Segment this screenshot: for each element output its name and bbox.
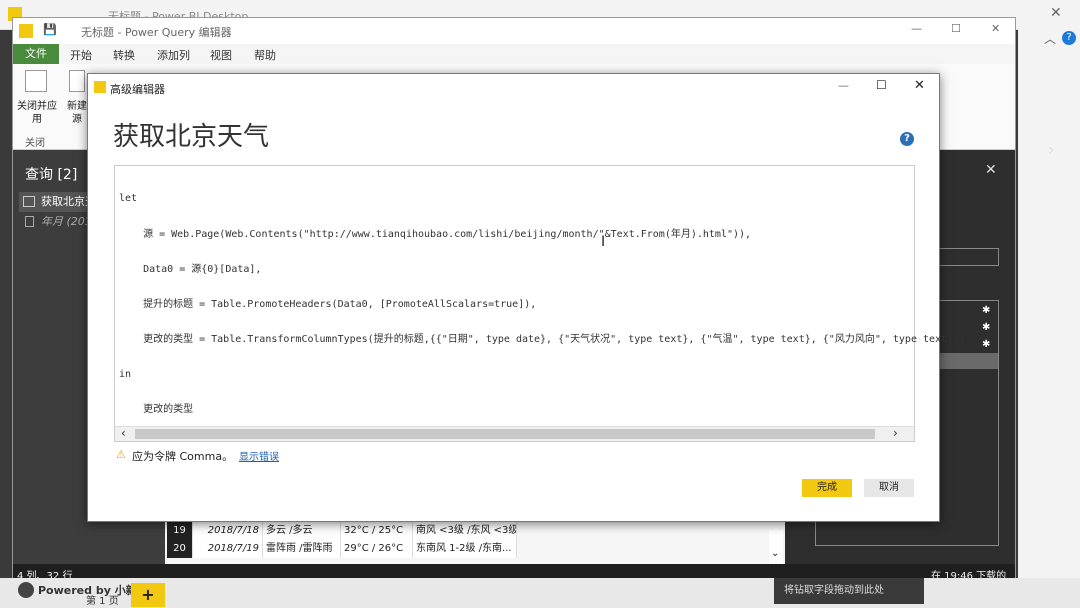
chevron-right-icon[interactable]: › (1048, 140, 1054, 159)
cell-temp: 32°C / 25°C (341, 522, 413, 540)
menu-transform[interactable]: 转换 (113, 47, 135, 63)
close-apply-icon (25, 70, 47, 92)
chevron-right-icon[interactable]: › (893, 426, 898, 440)
close-icon[interactable]: ✕ (991, 22, 1000, 35)
add-page-button[interactable]: + (131, 583, 165, 607)
done-button[interactable]: 完成 (802, 479, 852, 497)
row-number: 20 (167, 540, 193, 558)
new-source-button[interactable]: 新建源 (65, 100, 89, 126)
close-icon[interactable]: ✕ (1050, 5, 1062, 21)
ribbon-group-close: 关闭 (25, 138, 45, 149)
warning-icon: ⚠ (116, 448, 126, 461)
chevron-up-icon[interactable]: ︿ (1044, 30, 1056, 47)
cell-weather: 多云 /多云 (263, 522, 341, 540)
gear-icon[interactable]: ✱ (982, 339, 990, 350)
parameter-icon (25, 216, 34, 227)
horizontal-scrollbar[interactable]: ‹ › (115, 426, 914, 441)
avatar (18, 582, 34, 598)
pq-titlebar: 💾 无标题 - Power Query 编辑器 — ☐ ✕ (13, 18, 1015, 44)
query-heading: 获取北京天气 (113, 122, 270, 152)
menu-view[interactable]: 视图 (210, 47, 232, 63)
code-line: 更改的类型 (119, 404, 194, 416)
code-line: 源 = Web.Page(Web.Contents("http://www.ti… (119, 228, 752, 240)
gear-icon[interactable]: ✱ (982, 305, 990, 316)
page-tabs-bar: Powered by 小新 第 1 页 + 将钻取字段拖动到此处 (0, 578, 1080, 608)
close-icon[interactable]: ✕ (985, 162, 997, 178)
powerbi-logo-icon (94, 81, 106, 93)
cell-wind: 南风 <3级 /东风 <3级 (413, 522, 517, 540)
row-number: 19 (167, 522, 193, 540)
queries-title: 查询 [2] (25, 167, 78, 183)
code-line: 提升的标题 = Table.PromoteHeaders(Data0, [Pro… (119, 298, 537, 310)
code-line: Data0 = 源{0}[Data], (119, 263, 262, 275)
minimize-icon[interactable]: — (838, 79, 849, 92)
menu-file[interactable]: 文件 (13, 44, 59, 64)
powerbi-logo-icon (19, 24, 33, 38)
menu-add-column[interactable]: 添加列 (157, 47, 190, 63)
help-icon[interactable]: ? (1062, 31, 1076, 45)
advanced-editor-dialog: 高级编辑器 — ☐ ✕ 获取北京天气 ? let 源 = Web.Page(We… (87, 73, 965, 522)
chevron-left-icon[interactable]: ‹ (121, 426, 126, 440)
code-text[interactable]: let 源 = Web.Page(Web.Contents("http://ww… (119, 170, 965, 439)
menu-home[interactable]: 开始 (70, 47, 92, 63)
cell-wind: 东南风 1-2级 /东南... (413, 540, 517, 558)
cell-temp: 29°C / 26°C (341, 540, 413, 558)
page-tab[interactable]: 第 1 页 (86, 592, 119, 607)
help-icon[interactable]: ? (900, 132, 914, 146)
scrollbar-thumb[interactable] (135, 429, 875, 439)
menu-help[interactable]: 帮助 (254, 47, 276, 63)
vertical-scrollbar[interactable]: ⌄ (769, 530, 783, 568)
cell-date: 2018/7/19 (193, 540, 263, 558)
drillthrough-drop-zone[interactable]: 将钻取字段拖动到此处 (774, 578, 924, 604)
cell-weather: 雷阵雨 /雷阵雨 (263, 540, 341, 558)
text-cursor-icon: I (601, 234, 606, 250)
cancel-button[interactable]: 取消 (864, 479, 914, 497)
close-apply-button[interactable]: 关闭并应用 (17, 100, 57, 126)
chevron-down-icon[interactable]: ⌄ (771, 548, 779, 559)
code-editor[interactable]: let 源 = Web.Page(Web.Contents("http://ww… (114, 165, 965, 442)
error-message: 应为令牌 Comma。 (132, 450, 234, 463)
dialog-title: 高级编辑器 (110, 83, 165, 96)
code-line: 更改的类型 = Table.TransformColumnTypes(提升的标题… (119, 333, 966, 345)
pq-window-title: 无标题 - Power Query 编辑器 (81, 26, 232, 39)
gear-icon[interactable]: ✱ (982, 322, 990, 333)
maximize-icon[interactable]: ☐ (876, 78, 887, 92)
maximize-icon[interactable]: ☐ (951, 22, 961, 35)
save-icon[interactable]: 💾 (43, 23, 57, 36)
pq-menubar: 文件 开始 转换 添加列 视图 帮助 (13, 44, 1015, 64)
cell-date: 2018/7/18 (193, 522, 263, 540)
minimize-icon[interactable]: — (911, 22, 922, 35)
new-source-icon (69, 70, 85, 92)
table-icon (23, 196, 35, 207)
code-line: in (119, 368, 132, 380)
close-icon[interactable]: ✕ (914, 78, 925, 93)
show-error-link[interactable]: 显示错误 (239, 448, 279, 463)
code-line: let (119, 193, 138, 205)
pbi-right-edge: ✕ ︿ ? › (1018, 0, 1080, 608)
